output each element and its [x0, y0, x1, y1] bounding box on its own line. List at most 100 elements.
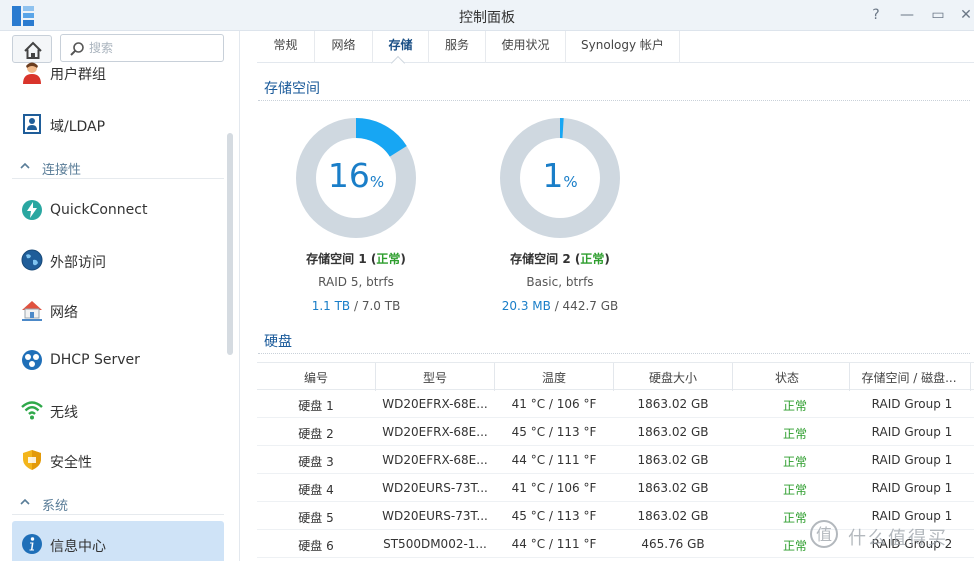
disk-id: 硬盘 1 [298, 399, 334, 413]
volume-card: 16% 存储空间 1 (正常) RAID 5, btrfs 1.1 TB / 7… [246, 118, 466, 318]
svg-text:值: 值 [816, 525, 832, 544]
disk-temperature: 41 °C / 106 °F [511, 397, 597, 411]
close-button[interactable]: ✕ [955, 5, 974, 25]
ldap-icon [23, 114, 41, 134]
disk-model: WD20EFRX-68E... [382, 453, 488, 467]
sidebar-item-label: 外部访问 [50, 255, 106, 271]
volume-raid-type: RAID 5, btrfs [318, 275, 394, 289]
quickconnect-icon [22, 200, 42, 220]
volume-capacity: 1.1 TB / 7.0 TB [311, 299, 401, 313]
disk-temperature: 44 °C / 111 °F [511, 453, 597, 467]
sidebar-scrollbar[interactable] [227, 133, 233, 355]
maximize-button[interactable]: ▭ [927, 5, 949, 25]
sidebar-item-wireless[interactable]: 无线 [12, 391, 224, 429]
dhcp-icon [22, 350, 42, 370]
wifi-icon [21, 401, 43, 420]
column-header[interactable]: 型号 [376, 369, 494, 386]
disk-status: 正常 [782, 399, 807, 413]
tab-network[interactable]: 网络 [314, 31, 372, 63]
sidebar-item-label: 无线 [50, 405, 78, 421]
usage-percent: 16% [327, 156, 385, 195]
table-header: 编号 型号 温度 硬盘大小 状态 存储空间 / 磁盘... [257, 362, 974, 391]
volume-name: 存储空间 2 (正常) [510, 252, 610, 266]
disk-temperature: 45 °C / 113 °F [511, 509, 597, 523]
sidebar-item-quickconnect[interactable]: QuickConnect [12, 191, 224, 229]
sidebar-section-label: 连接性 [42, 163, 82, 178]
tab-services[interactable]: 服务 [428, 31, 485, 63]
disk-status: 正常 [782, 427, 807, 441]
watermark-logo-icon: 值 [810, 520, 838, 548]
storage-section-title: 存储空间 [264, 81, 320, 97]
table-row[interactable]: 硬盘 4 WD20EURS-73T... 41 °C / 106 °F 1863… [257, 474, 974, 502]
globe-icon [21, 249, 43, 271]
network-home-icon [22, 301, 42, 321]
chevron-up-icon [20, 498, 30, 505]
table-row[interactable]: 硬盘 3 WD20EFRX-68E... 44 °C / 111 °F 1863… [257, 446, 974, 474]
disk-size: 1863.02 GB [637, 397, 709, 411]
sidebar-item-label: 信息中心 [50, 539, 106, 555]
sidebar-section-system[interactable]: 系统 [12, 491, 224, 515]
disk-id: 硬盘 3 [298, 455, 334, 469]
tab-usage[interactable]: 使用状况 [485, 31, 565, 63]
column-header[interactable]: 编号 [257, 369, 375, 386]
sidebar-item-network[interactable]: 网络 [12, 291, 224, 329]
column-header[interactable]: 硬盘大小 [614, 369, 732, 386]
volume-capacity: 20.3 MB / 442.7 GB [501, 299, 619, 313]
tab-general[interactable]: 常规 [257, 31, 314, 63]
divider [258, 353, 970, 354]
disk-model: WD20EURS-73T... [382, 509, 488, 523]
title-bar: 控制面板 ? — ▭ ✕ [0, 0, 974, 31]
info-icon [22, 534, 42, 554]
disk-id: 硬盘 5 [298, 511, 334, 525]
disk-volume: RAID Group 1 [871, 425, 953, 439]
sidebar-item-dhcp-server[interactable]: DHCP Server [12, 341, 224, 379]
tab-synology-account[interactable]: Synology 帐户 [565, 31, 680, 63]
disk-id: 硬盘 6 [298, 539, 334, 553]
volume-raid-type: Basic, btrfs [526, 275, 594, 289]
sidebar-item-label: 网络 [50, 305, 78, 321]
disk-model: ST500DM002-1... [383, 537, 487, 551]
volume-card: 1% 存储空间 2 (正常) Basic, btrfs 20.3 MB / 44… [450, 118, 670, 318]
sidebar-item-info-center[interactable]: 信息中心 [12, 521, 224, 561]
shield-icon [23, 450, 41, 470]
window-title: 控制面板 [459, 10, 515, 26]
column-header[interactable]: 温度 [495, 369, 613, 386]
usage-percent: 1% [542, 156, 578, 195]
disks-section-title: 硬盘 [264, 334, 292, 350]
disk-model: WD20EURS-73T... [382, 481, 488, 495]
disk-status: 正常 [782, 483, 807, 497]
sidebar-item-label: 安全性 [50, 455, 92, 471]
disk-volume: RAID Group 1 [871, 481, 953, 495]
sidebar-item-external-access[interactable]: 外部访问 [12, 241, 224, 279]
disk-id: 硬盘 2 [298, 427, 334, 441]
help-button[interactable]: ? [865, 5, 887, 25]
disk-volume: RAID Group 1 [871, 397, 953, 411]
disk-temperature: 41 °C / 106 °F [511, 481, 597, 495]
minimize-button[interactable]: — [896, 5, 918, 25]
disk-model: WD20EFRX-68E... [382, 397, 488, 411]
sidebar-item-ldap[interactable]: 域/LDAP [12, 105, 224, 143]
sidebar-item-user-groups[interactable]: 用户群组 [12, 55, 224, 93]
table-row[interactable]: 硬盘 1 WD20EFRX-68E... 41 °C / 106 °F 1863… [257, 390, 974, 418]
watermark-text: 什么值得买 [848, 528, 948, 549]
disk-temperature: 44 °C / 111 °F [511, 537, 597, 551]
sidebar-item-label: QuickConnect [50, 202, 148, 218]
sidebar-section-label: 系统 [42, 499, 69, 514]
sidebar-item-label: DHCP Server [50, 352, 140, 368]
users-icon [23, 62, 41, 84]
column-header[interactable]: 存储空间 / 磁盘... [850, 369, 968, 386]
disk-status: 正常 [782, 455, 807, 469]
disk-temperature: 45 °C / 113 °F [511, 425, 597, 439]
sidebar-item-security[interactable]: 安全性 [12, 441, 224, 479]
sidebar: 用户群组 域/LDAP 连接性 QuickConnect [0, 31, 240, 561]
disk-model: WD20EFRX-68E... [382, 425, 488, 439]
disk-size: 1863.02 GB [637, 453, 709, 467]
sidebar-item-label: 用户群组 [50, 67, 106, 83]
tab-bar: 常规 网络 存储 服务 使用状况 Synology 帐户 [257, 31, 974, 63]
disk-size: 1863.02 GB [637, 509, 709, 523]
disk-size: 465.76 GB [641, 537, 705, 551]
table-row[interactable]: 硬盘 2 WD20EFRX-68E... 45 °C / 113 °F 1863… [257, 418, 974, 446]
column-header[interactable]: 状态 [733, 369, 841, 386]
sidebar-section-connectivity[interactable]: 连接性 [12, 155, 224, 179]
chevron-up-icon [20, 162, 30, 169]
